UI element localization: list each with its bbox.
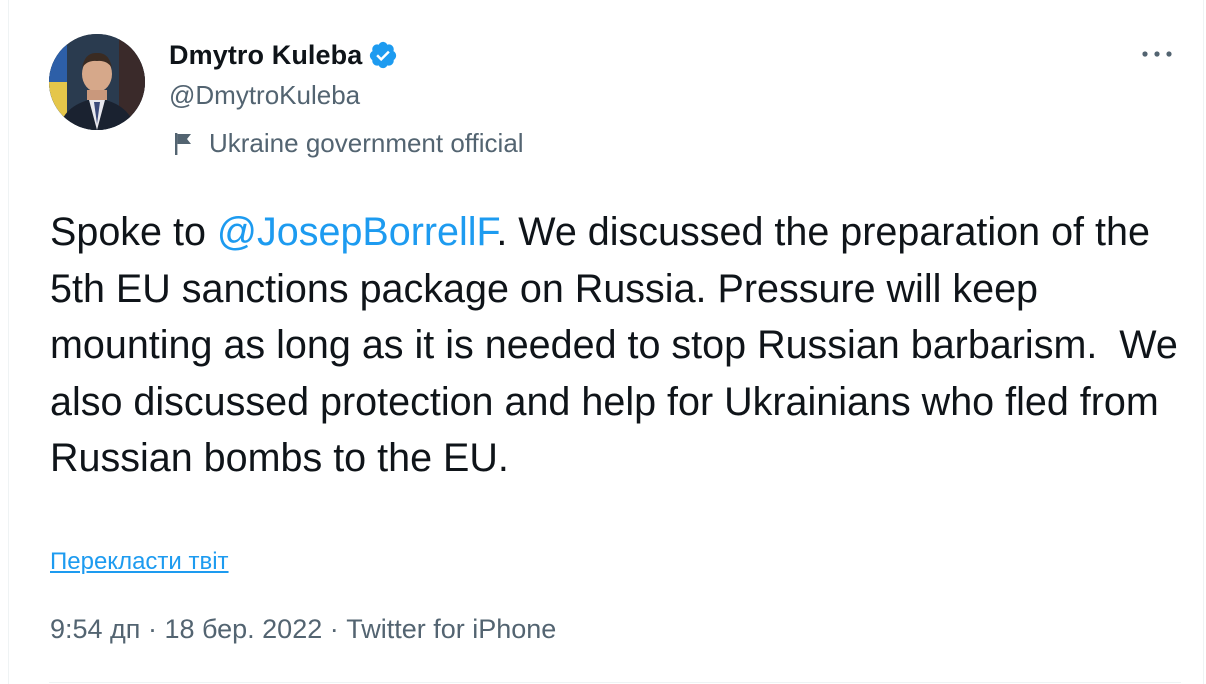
- meta-separator: ·: [140, 614, 165, 644]
- tweet-source[interactable]: Twitter for iPhone: [346, 614, 556, 644]
- author-handle[interactable]: @DmytroKuleba: [169, 80, 360, 111]
- mention-link[interactable]: @JosepBorrellF: [217, 210, 496, 254]
- tweet-time[interactable]: 9:54 дп: [50, 614, 140, 644]
- author-display-name[interactable]: Dmytro Kuleba: [169, 40, 362, 71]
- more-options-button[interactable]: [1137, 36, 1177, 72]
- tweet-date[interactable]: 18 бер. 2022: [164, 614, 322, 644]
- avatar-photo-icon: [49, 34, 145, 130]
- tweet-meta: 9:54 дп · 18 бер. 2022 · Twitter for iPh…: [50, 614, 556, 645]
- tweet-card: Dmytro Kuleba @DmytroKuleba Ukraine gove…: [8, 0, 1204, 684]
- author-name-row[interactable]: Dmytro Kuleba: [169, 38, 398, 72]
- more-horizontal-icon: [1142, 51, 1172, 57]
- tweet-text-lead: Spoke to: [50, 210, 217, 254]
- meta-separator: ·: [322, 614, 347, 644]
- tweet-text: Spoke to @JosepBorrellF. We discussed th…: [50, 204, 1190, 487]
- government-label: Ukraine government official: [173, 128, 524, 159]
- government-label-text: Ukraine government official: [209, 128, 524, 158]
- author-avatar[interactable]: [49, 34, 145, 130]
- verified-badge-icon: [368, 40, 398, 70]
- flag-icon: [173, 131, 195, 157]
- translate-tweet-link[interactable]: Перекласти твіт: [50, 548, 229, 576]
- divider: [49, 682, 1181, 683]
